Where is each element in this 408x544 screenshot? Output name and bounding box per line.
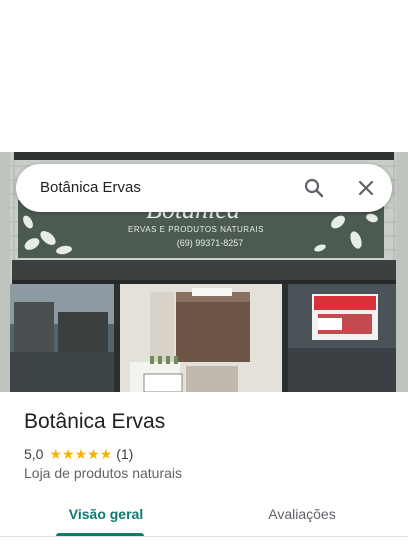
- sign-subtitle: ERVAS E PRODUTOS NATURAIS: [128, 225, 264, 234]
- place-title: Botânica Ervas: [24, 410, 166, 433]
- search-input[interactable]: Botânica Ervas: [40, 164, 141, 212]
- star-rating-icon: ★★★★★: [49, 445, 113, 462]
- tab-selected-indicator: [56, 533, 144, 536]
- search-icon[interactable]: [302, 176, 326, 200]
- review-count[interactable]: (1): [116, 446, 133, 462]
- sign-phone: (69) 99371-8257: [177, 238, 244, 248]
- tabs-divider: [0, 536, 408, 537]
- tab-reviews[interactable]: Avaliações: [256, 500, 348, 540]
- search-bar[interactable]: Botânica Ervas: [16, 164, 392, 212]
- map-blank-area: [0, 0, 408, 152]
- rating-row[interactable]: 5,0 ★★★★★ (1): [24, 444, 133, 464]
- close-icon[interactable]: [354, 176, 378, 200]
- rating-value: 5,0: [24, 446, 44, 462]
- place-tabs: Visão geral Avaliações: [0, 500, 408, 544]
- place-category[interactable]: Loja de produtos naturais: [24, 465, 182, 481]
- place-panel: Botânica Ervas 5,0 ★★★★★ (1) Loja de pro…: [0, 392, 408, 544]
